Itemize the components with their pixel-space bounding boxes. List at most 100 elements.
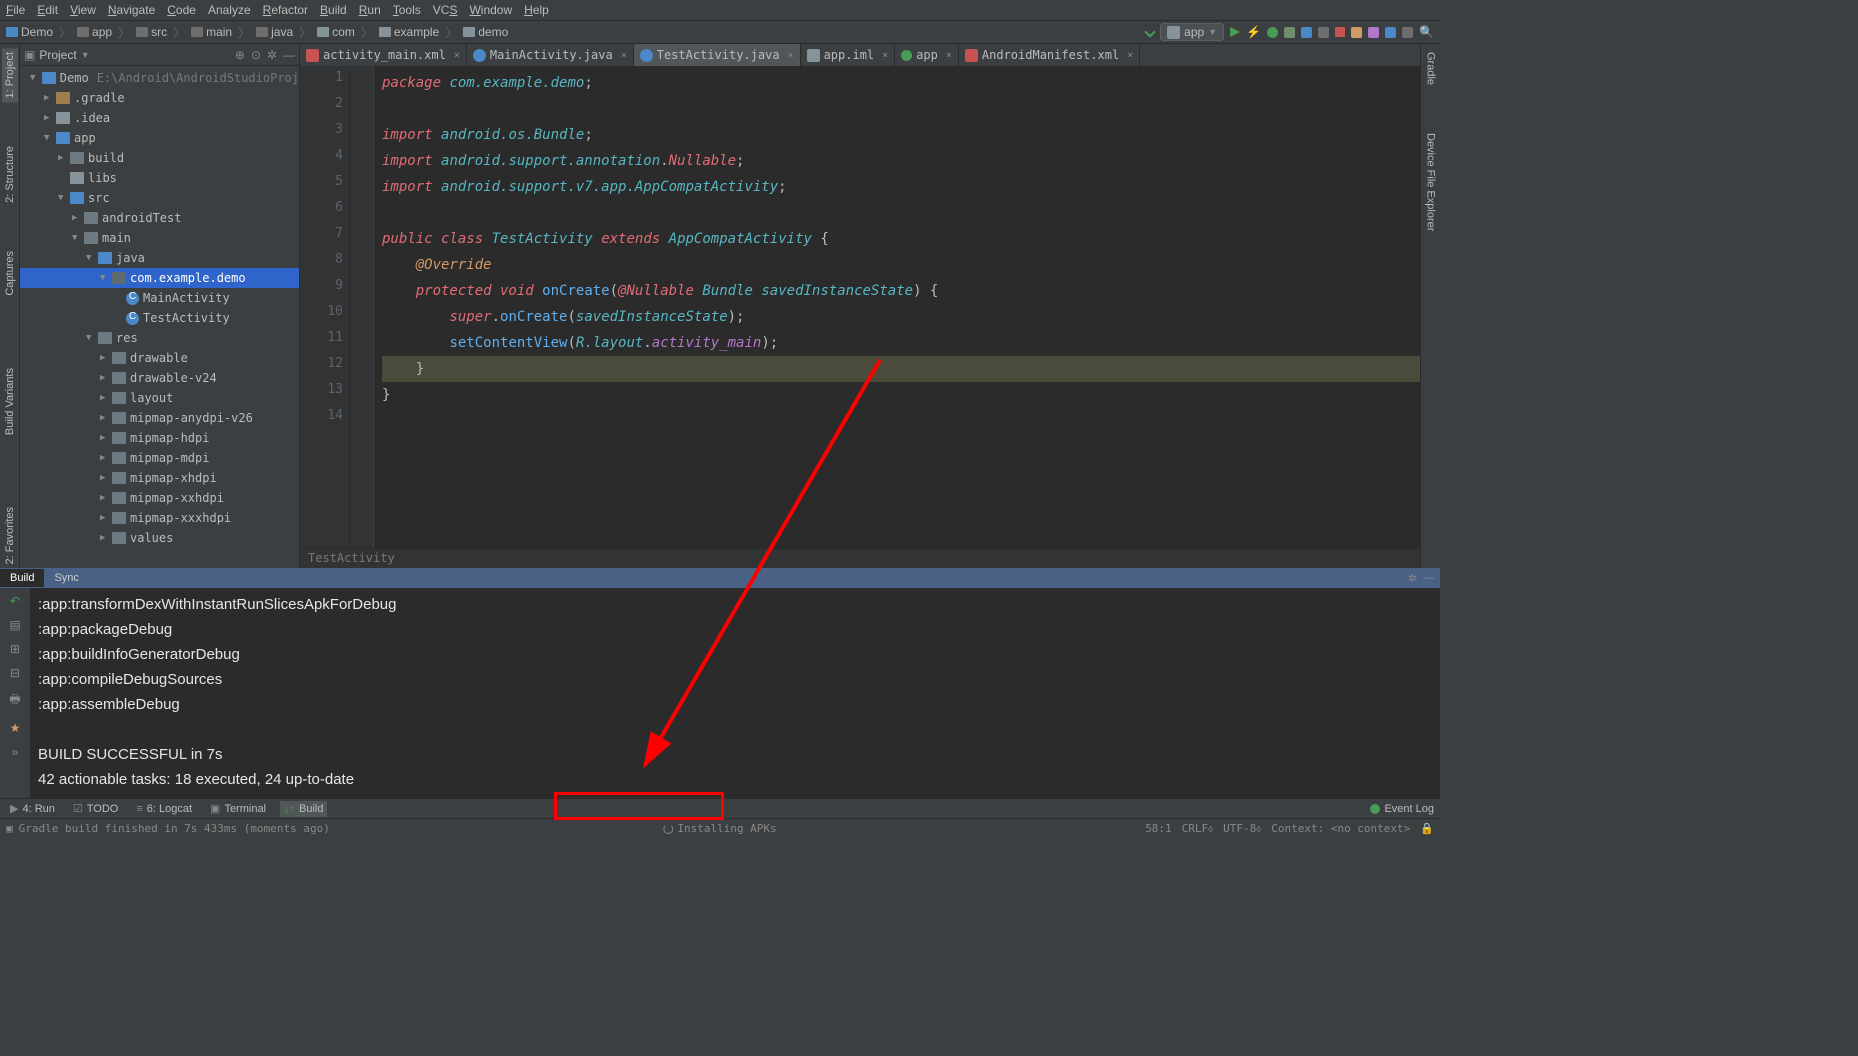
sync-icon[interactable] xyxy=(1351,27,1362,38)
tree-node[interactable]: ▶values xyxy=(20,528,299,548)
bottom-tab-todo[interactable]: ☑TODO xyxy=(69,800,122,817)
close-icon[interactable]: × xyxy=(621,50,627,61)
code-line[interactable] xyxy=(382,408,1420,434)
close-icon[interactable]: × xyxy=(946,50,952,61)
bottom-tab-4-run[interactable]: ▶4: Run xyxy=(6,800,59,817)
toolbar-icon[interactable] xyxy=(1318,27,1329,38)
code-line[interactable]: setContentView(R.layout.activity_main); xyxy=(382,330,1420,356)
stop-icon[interactable] xyxy=(1335,27,1345,37)
breadcrumb-item[interactable]: src xyxy=(136,25,167,39)
menu-run[interactable]: Run xyxy=(359,3,381,17)
breadcrumb-item[interactable]: main xyxy=(191,25,232,39)
tool-tab-gradle[interactable]: Gradle xyxy=(1423,48,1439,89)
menu-help[interactable]: Help xyxy=(524,3,549,17)
code-line[interactable]: import android.support.v7.app.AppCompatA… xyxy=(382,174,1420,200)
menu-tools[interactable]: Tools xyxy=(393,3,421,17)
tree-node[interactable]: ▼com.example.demo xyxy=(20,268,299,288)
file-tab[interactable]: activity_main.xml× xyxy=(300,44,467,66)
bottom-tab-6-logcat[interactable]: ≡6: Logcat xyxy=(132,801,196,817)
breadcrumb-item[interactable]: java xyxy=(256,25,293,39)
tree-node[interactable]: ▶mipmap-xhdpi xyxy=(20,468,299,488)
debug-icon[interactable] xyxy=(1267,27,1278,38)
code-line[interactable] xyxy=(382,96,1420,122)
line-number-gutter[interactable]: 1234567891011121314 xyxy=(300,66,350,548)
code-editor[interactable]: package com.example.demo; import android.… xyxy=(374,66,1420,548)
hide-icon[interactable]: — xyxy=(1423,572,1434,585)
code-line[interactable]: public class TestActivity extends AppCom… xyxy=(382,226,1420,252)
file-tab[interactable]: MainActivity.java× xyxy=(467,44,634,66)
menu-analyze[interactable]: Analyze xyxy=(208,3,251,17)
breadcrumb[interactable]: Demo〉app〉src〉main〉java〉com〉example〉demo xyxy=(6,24,508,41)
tree-node[interactable]: ▼res xyxy=(20,328,299,348)
scope-icon[interactable]: ▣ xyxy=(24,48,35,62)
tool-tab-build-variants[interactable]: Build Variants xyxy=(2,364,18,439)
print-icon[interactable]: 🖶 xyxy=(9,690,20,711)
status-item[interactable]: CRLF⬨ xyxy=(1182,822,1213,836)
tree-node[interactable]: ▶mipmap-mdpi xyxy=(20,448,299,468)
code-line[interactable]: @Override xyxy=(382,252,1420,278)
tree-node[interactable]: libs xyxy=(20,168,299,188)
tree-node[interactable]: ▶mipmap-xxxhdpi xyxy=(20,508,299,528)
tree-node[interactable]: TestActivity xyxy=(20,308,299,328)
tree-node[interactable]: ▶mipmap-hdpi xyxy=(20,428,299,448)
filter-icon[interactable]: ▤ xyxy=(9,618,20,632)
breadcrumb-item[interactable]: demo xyxy=(463,25,508,39)
file-tab[interactable]: AndroidManifest.xml× xyxy=(959,44,1140,66)
status-item[interactable]: Context: <no context> xyxy=(1271,822,1410,835)
tab-sync[interactable]: Sync xyxy=(44,569,88,587)
editor-breadcrumb[interactable]: TestActivity xyxy=(300,548,1420,568)
locate-icon[interactable]: ⊙ xyxy=(251,48,261,62)
build-icon[interactable] xyxy=(1144,26,1155,37)
rerun-icon[interactable]: ↶ xyxy=(10,594,20,608)
collapse-icon[interactable]: ⊕ xyxy=(235,48,245,62)
structure-icon[interactable] xyxy=(1402,27,1413,38)
code-line[interactable]: super.onCreate(savedInstanceState); xyxy=(382,304,1420,330)
tree-node[interactable]: ▶androidTest xyxy=(20,208,299,228)
apply-changes-icon[interactable]: ⚡ xyxy=(1246,25,1261,39)
chevron-down-icon[interactable]: ▼ xyxy=(81,50,90,60)
sdk-icon[interactable] xyxy=(1385,27,1396,38)
tool-tab-1-project[interactable]: 1: Project xyxy=(2,48,18,102)
tree-node[interactable]: MainActivity xyxy=(20,288,299,308)
tree-node[interactable]: ▶mipmap-xxhdpi xyxy=(20,488,299,508)
tree-node[interactable]: ▶mipmap-anydpi-v26 xyxy=(20,408,299,428)
more-icon[interactable]: » xyxy=(12,745,19,759)
status-icon[interactable]: ▣ xyxy=(6,822,13,835)
tree-node[interactable]: ▶layout xyxy=(20,388,299,408)
tool-tab-device-file-explorer[interactable]: Device File Explorer xyxy=(1423,129,1439,235)
file-tab[interactable]: TestActivity.java× xyxy=(634,44,801,66)
code-line[interactable] xyxy=(382,200,1420,226)
menu-window[interactable]: Window xyxy=(469,3,512,17)
tree-node[interactable]: ▼DemoE:\Android\AndroidStudioProj xyxy=(20,68,299,88)
code-line[interactable]: package com.example.demo; xyxy=(382,70,1420,96)
menu-file[interactable]: File xyxy=(6,3,25,17)
favorite-icon[interactable]: ★ xyxy=(10,721,21,735)
close-icon[interactable]: × xyxy=(454,50,460,61)
code-line[interactable]: } xyxy=(382,382,1420,408)
bottom-tab-terminal[interactable]: ▣Terminal xyxy=(206,800,270,817)
code-line[interactable]: } xyxy=(382,356,1420,382)
tree-node[interactable]: ▶.gradle xyxy=(20,88,299,108)
code-line[interactable]: protected void onCreate(@Nullable Bundle… xyxy=(382,278,1420,304)
background-task[interactable]: Installing APKs xyxy=(663,822,776,835)
project-tree[interactable]: ▼DemoE:\Android\AndroidStudioProj▶.gradl… xyxy=(20,66,299,568)
menu-build[interactable]: Build xyxy=(320,3,347,17)
breadcrumb-item[interactable]: app xyxy=(77,25,112,39)
search-icon[interactable]: 🔍 xyxy=(1419,25,1434,39)
tree-node[interactable]: ▶.idea xyxy=(20,108,299,128)
bottom-tab-build[interactable]: ↓↑Build xyxy=(280,801,327,817)
file-tab[interactable]: app× xyxy=(895,44,959,66)
file-tab[interactable]: app.iml× xyxy=(801,44,896,66)
menu-vcs[interactable]: VCS xyxy=(433,3,458,17)
code-line[interactable]: import android.support.annotation.Nullab… xyxy=(382,148,1420,174)
menu-refactor[interactable]: Refactor xyxy=(263,3,308,17)
attach-icon[interactable] xyxy=(1301,27,1312,38)
tree-node[interactable]: ▼src xyxy=(20,188,299,208)
editor-icon-gutter[interactable] xyxy=(350,66,374,548)
close-icon[interactable]: × xyxy=(882,50,888,61)
status-item[interactable]: UTF-8⬨ xyxy=(1223,822,1261,836)
tool-tab-2-favorites[interactable]: 2: Favorites xyxy=(2,503,18,568)
tree-node[interactable]: ▼java xyxy=(20,248,299,268)
close-icon[interactable]: × xyxy=(1127,50,1133,61)
hide-icon[interactable]: — xyxy=(283,48,295,62)
